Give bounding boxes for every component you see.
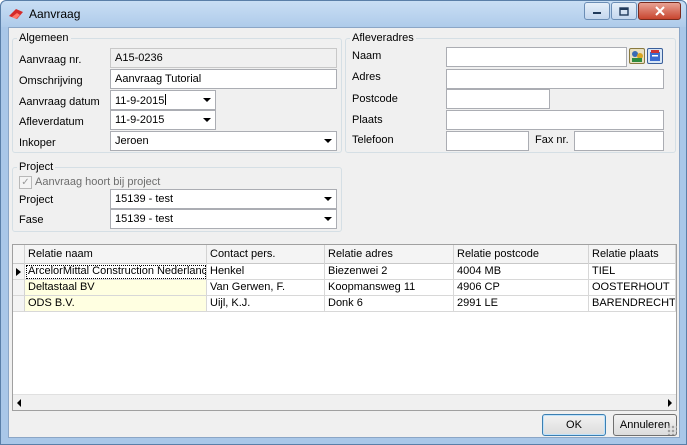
maximize-icon <box>619 6 629 16</box>
address-book-button[interactable] <box>647 48 663 64</box>
chevron-down-icon[interactable] <box>324 139 332 143</box>
table-row[interactable]: Deltastaal BV Van Gerwen, F. Koopmansweg… <box>13 280 676 296</box>
column-header-postcode[interactable]: Relatie postcode <box>454 245 589 264</box>
inkoper-label: Inkoper <box>19 137 56 149</box>
cell-plaats[interactable]: OOSTERHOUT <box>589 280 676 296</box>
omschrijving-label: Omschrijving <box>19 75 83 87</box>
afleveradres-group-title: Afleveradres <box>350 32 416 44</box>
window-controls <box>583 2 681 20</box>
cell-contact[interactable]: Henkel <box>207 264 325 280</box>
postcode-field[interactable] <box>446 89 550 109</box>
fase-label: Fase <box>19 214 44 226</box>
table-row[interactable]: ArcelorMittal Construction Nederland Hen… <box>13 264 676 280</box>
column-header-relatie-naam[interactable]: Relatie naam <box>25 245 207 264</box>
grid-header: Relatie naam Contact pers. Relatie adres… <box>13 245 676 264</box>
row-indicator <box>13 264 25 280</box>
postcode-label: Postcode <box>352 93 398 105</box>
column-header-adres[interactable]: Relatie adres <box>325 245 454 264</box>
adres-field[interactable] <box>446 69 664 89</box>
aanvraag-datum-picker[interactable]: 11-9-2015 <box>110 90 216 110</box>
aanvraag-nr-label: Aanvraag nr. <box>19 54 82 66</box>
project-select[interactable]: 15139 - test <box>110 189 337 209</box>
column-header-plaats[interactable]: Relatie plaats <box>589 245 676 264</box>
window-title: Aanvraag <box>29 7 81 21</box>
telefoon-label: Telefoon <box>352 134 394 146</box>
minimize-button[interactable] <box>584 2 610 20</box>
address-book-icon <box>650 50 660 61</box>
cell-relatie-naam[interactable]: ArcelorMittal Construction Nederland <box>25 264 207 280</box>
current-row-icon <box>16 268 21 276</box>
row-indicator <box>13 296 25 312</box>
afleverdatum-picker[interactable]: 11-9-2015 <box>110 110 216 130</box>
maximize-button[interactable] <box>611 2 637 20</box>
afleverdatum-label: Afleverdatum <box>19 116 84 128</box>
scroll-right-icon[interactable] <box>668 399 672 407</box>
close-icon <box>654 6 665 16</box>
cell-relatie-naam[interactable]: Deltastaal BV <box>25 280 207 296</box>
column-header-contact[interactable]: Contact pers. <box>207 245 325 264</box>
dialog-window: Aanvraag Algemeen Aanvraag nr. A15-0236 … <box>0 0 687 445</box>
naam-label: Naam <box>352 50 382 62</box>
algemeen-group-title: Algemeen <box>17 32 71 44</box>
cell-relatie-naam[interactable]: ODS B.V. <box>25 296 207 312</box>
cell-adres[interactable]: Biezenwei 2 <box>325 264 454 280</box>
cell-adres[interactable]: Koopmansweg 11 <box>325 280 454 296</box>
aanvraag-datum-value: 11-9-2015 <box>115 95 165 107</box>
chevron-down-icon[interactable] <box>203 118 211 122</box>
inkoper-value: Jeroen <box>115 135 149 147</box>
project-checkbox[interactable]: ✓ <box>19 176 32 189</box>
cell-plaats[interactable]: TIEL <box>589 264 676 280</box>
omschrijving-field[interactable]: Aanvraag Tutorial <box>110 69 337 89</box>
resize-grip-icon[interactable] <box>667 425 677 435</box>
project-checkbox-label: Aanvraag hoort bij project <box>35 176 161 188</box>
chevron-down-icon[interactable] <box>203 98 211 102</box>
chevron-down-icon[interactable] <box>324 217 332 221</box>
lookup-relation-button[interactable] <box>629 48 645 64</box>
aanvraag-nr-field: A15-0236 <box>110 48 337 68</box>
dialog-body: Algemeen Aanvraag nr. A15-0236 Omschrijv… <box>8 27 680 438</box>
adres-label: Adres <box>352 71 381 83</box>
cell-postcode[interactable]: 4906 CP <box>454 280 589 296</box>
grid-header-indicator <box>13 245 25 264</box>
scroll-left-icon[interactable] <box>17 399 21 407</box>
project-value: 15139 - test <box>115 193 174 205</box>
table-row[interactable]: ODS B.V. Uijl, K.J. Donk 6 2991 LE BAREN… <box>13 296 676 312</box>
inkoper-select[interactable]: Jeroen <box>110 131 337 151</box>
title-bar[interactable]: Aanvraag <box>1 1 686 27</box>
fase-value: 15139 - test <box>115 213 174 225</box>
fax-field[interactable] <box>574 131 664 151</box>
afleverdatum-value: 11-9-2015 <box>115 114 165 126</box>
project-label: Project <box>19 194 54 206</box>
app-logo-icon <box>9 9 23 19</box>
fax-label: Fax nr. <box>535 134 569 146</box>
minimize-icon <box>593 12 601 14</box>
project-group-title: Project <box>17 161 56 173</box>
cell-postcode[interactable]: 2991 LE <box>454 296 589 312</box>
naam-field[interactable] <box>446 47 627 67</box>
chevron-down-icon[interactable] <box>324 197 332 201</box>
cell-contact[interactable]: Uijl, K.J. <box>207 296 325 312</box>
cell-postcode[interactable]: 4004 MB <box>454 264 589 280</box>
plaats-field[interactable] <box>446 110 664 130</box>
plaats-label: Plaats <box>352 114 383 126</box>
fase-select[interactable]: 15139 - test <box>110 209 337 229</box>
row-indicator <box>13 280 25 296</box>
aanvraag-datum-label: Aanvraag datum <box>19 96 100 108</box>
cell-plaats[interactable]: BARENDRECHT <box>589 296 676 312</box>
ok-button[interactable]: OK <box>542 414 606 436</box>
relaties-grid[interactable]: Relatie naam Contact pers. Relatie adres… <box>12 244 677 411</box>
cell-contact[interactable]: Van Gerwen, F. <box>207 280 325 296</box>
horizontal-scrollbar[interactable] <box>13 394 676 410</box>
people-icon <box>632 51 643 62</box>
telefoon-field[interactable] <box>446 131 529 151</box>
cell-adres[interactable]: Donk 6 <box>325 296 454 312</box>
text-caret <box>165 94 167 105</box>
close-button[interactable] <box>638 2 681 20</box>
